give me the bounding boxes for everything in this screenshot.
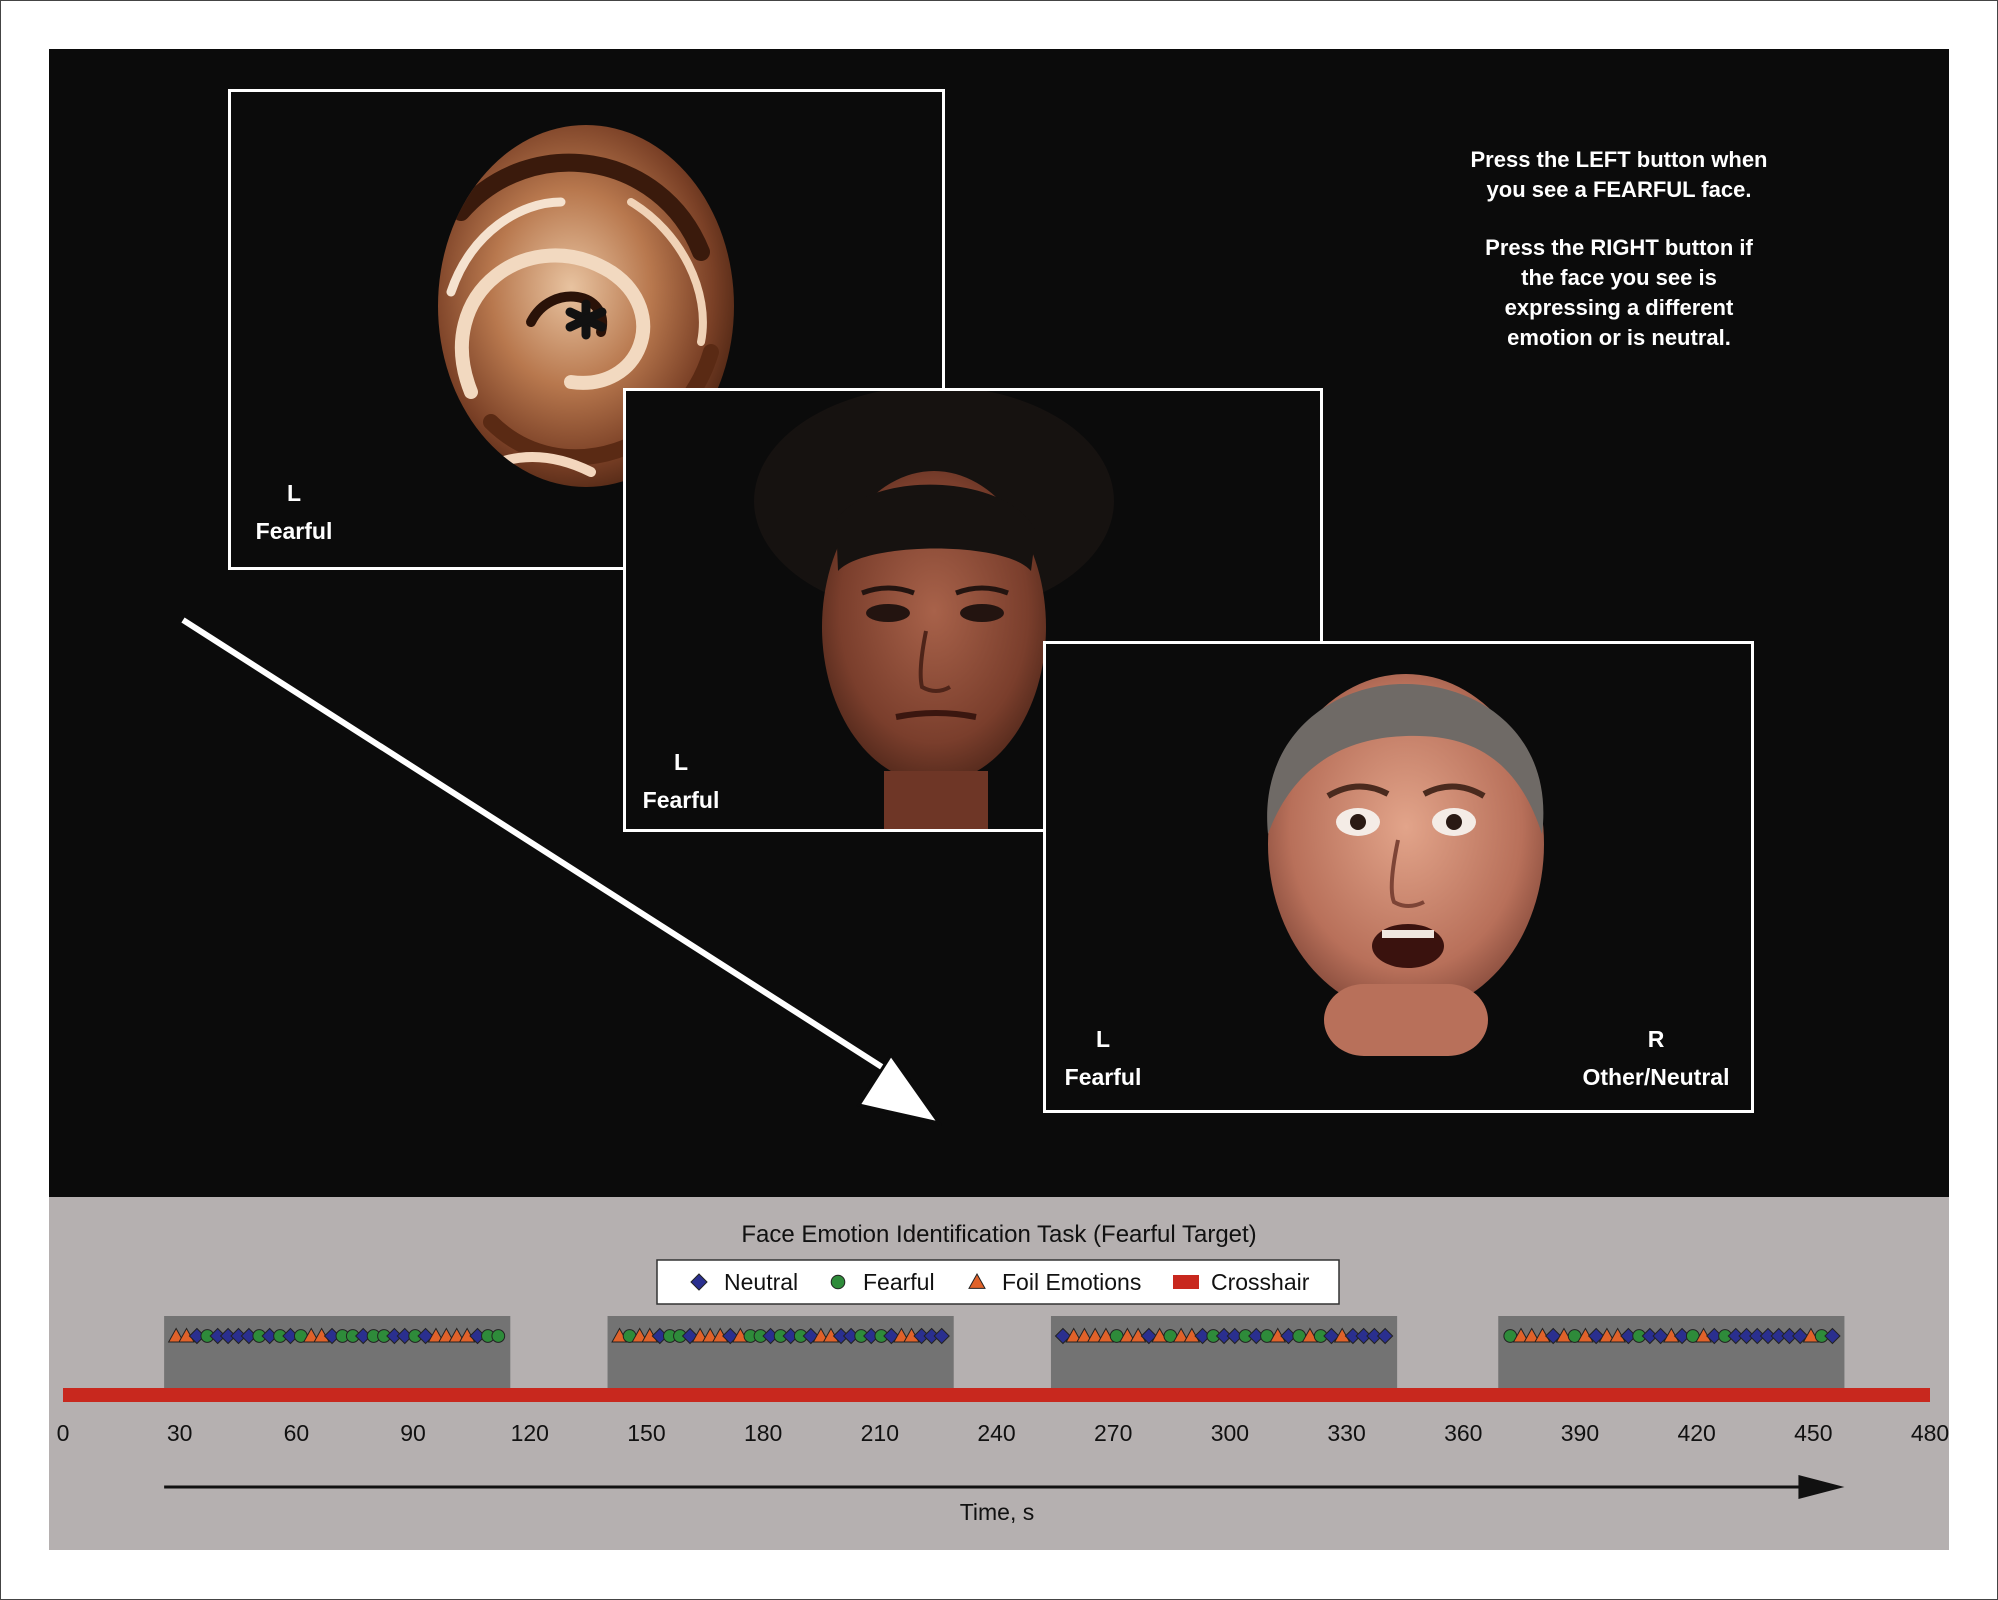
tick-label: 60 [284,1420,310,1446]
tick-label: 300 [1211,1420,1249,1446]
tick-label: 180 [744,1420,782,1446]
tick-label: 30 [167,1420,193,1446]
timeline-title: Face Emotion Identification Task (Fearfu… [741,1221,1256,1248]
time-arrow-head-icon [1798,1475,1845,1499]
arrow-head-icon [856,1052,943,1126]
task-instructions: Press the LEFT button when you see a FEA… [1379,145,1859,381]
tick-label: 0 [57,1420,70,1446]
legend-label: Fearful [863,1269,935,1295]
tick-label: 240 [977,1420,1015,1446]
screen1-key: L [286,480,302,506]
screen3-right-response: Other/Neutral [1582,1064,1730,1090]
time-axis-label: Time, s [960,1499,1035,1525]
screen3-left-response: Fearful [1064,1064,1142,1090]
instruction-line-2: you see a FEARFUL face. [1486,177,1752,202]
instruction-line-6: emotion or is neutral. [1507,325,1731,350]
timeline-chart: Face Emotion Identification Task (Fearfu… [57,1221,1949,1525]
tick-label: 330 [1327,1420,1365,1446]
stimulus-blocks [164,1316,1845,1388]
stimulus-block [1050,1316,1398,1388]
screen2-labels: L Fearful [636,743,726,819]
legend-circle-icon [830,1274,846,1290]
legend-label: Neutral [724,1269,798,1295]
tick-label: 150 [627,1420,665,1446]
screen3-right-key: R [1647,1026,1665,1052]
tick-label: 90 [400,1420,426,1446]
tick-label: 390 [1561,1420,1599,1446]
screen2-response: Fearful [642,787,720,813]
legend-bar-icon [1173,1275,1199,1289]
tick-label: 270 [1094,1420,1132,1446]
instruction-line-1: Press the LEFT button when [1470,147,1768,172]
legend-label: Foil Emotions [1002,1269,1141,1295]
time-axis-ticks: 0 30 60 90 120 150 180 210 240 270 300 330 360 390 420… [57,1420,1949,1446]
tick-label: 120 [511,1420,549,1446]
screen1-response: Fearful [255,518,333,544]
screen3-left-key: L [1095,1026,1111,1052]
tick-label: 210 [861,1420,899,1446]
crosshair-bar [63,1388,1930,1402]
stimulus-block [1498,1316,1845,1388]
instruction-line-5: expressing a different [1504,295,1734,320]
legend-label: Crosshair [1211,1269,1310,1295]
screen1-labels: L Fearful [249,474,339,550]
stimulus-circle-marker [491,1329,506,1343]
stimulus-block [607,1316,954,1388]
tick-label: 450 [1794,1420,1832,1446]
instruction-line-3: Press the RIGHT button if [1485,235,1753,260]
tick-label: 480 [1911,1420,1949,1446]
face-screen-3: L Fearful R Other/Neutral [1043,641,1754,1113]
tick-label: 420 [1677,1420,1715,1446]
task-timeline: Face Emotion Identification Task (Fearfu… [49,1197,1949,1550]
tick-label: 360 [1444,1420,1482,1446]
screen2-key: L [673,749,689,775]
screen3-left-labels: L Fearful [1058,1020,1148,1096]
stimulus-panel: L Fearful L Fearful L Fearful R Other/Ne… [49,49,1949,1197]
screen3-right-labels: R Other/Neutral [1571,1020,1741,1096]
stimulus-block [164,1316,511,1388]
instruction-line-4: the face you see is [1521,265,1717,290]
